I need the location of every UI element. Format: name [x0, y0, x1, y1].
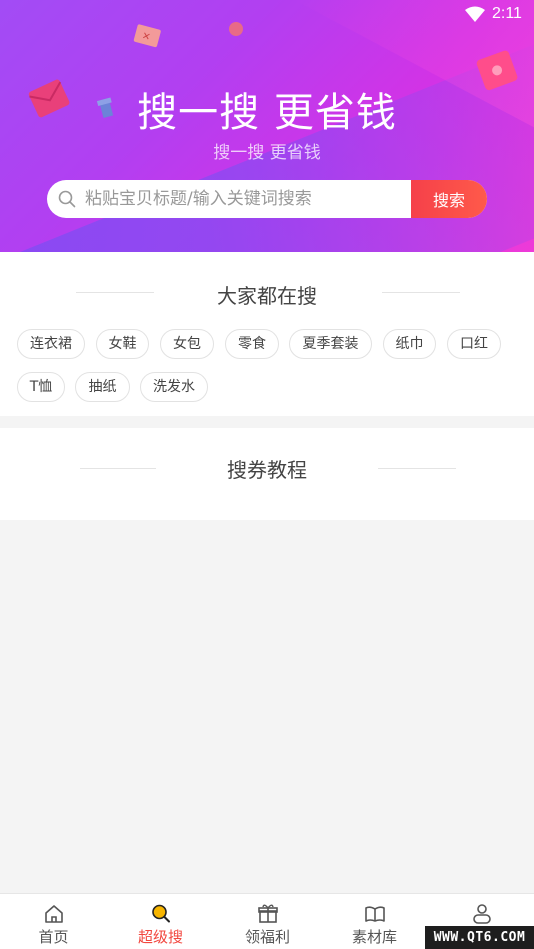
- user-icon: [473, 904, 491, 924]
- hot-tag[interactable]: 口红: [447, 329, 501, 359]
- hot-tag[interactable]: 抽纸: [75, 372, 130, 402]
- hot-tag[interactable]: 女鞋: [96, 329, 149, 359]
- title-divider-right: [378, 468, 456, 469]
- search-icon: [152, 904, 170, 923]
- gift-icon: [258, 904, 278, 923]
- hot-tag[interactable]: 女包: [160, 329, 214, 359]
- search-bar: 搜索: [47, 180, 487, 218]
- tutorial-section: 搜券教程: [0, 428, 534, 520]
- status-clock: 2:11: [492, 5, 522, 22]
- hot-tag[interactable]: 夏季套装: [289, 329, 372, 359]
- wifi-icon: [465, 6, 485, 22]
- hot-tag[interactable]: 连衣裙: [17, 329, 85, 359]
- header-banner: ✕ 2:11 搜一搜 更省钱 搜一搜 更省钱 搜索: [0, 0, 534, 252]
- hot-tag[interactable]: T恤: [17, 372, 65, 402]
- nav-item-home[interactable]: 首页: [0, 894, 107, 949]
- search-input[interactable]: [85, 180, 411, 218]
- nav-label: 素材库: [351, 928, 397, 946]
- hot-tag[interactable]: 零食: [225, 329, 279, 359]
- hot-tag[interactable]: 洗发水: [140, 372, 208, 402]
- nav-item-welfare[interactable]: 领福利: [214, 894, 321, 949]
- nav-label: 领福利: [244, 928, 290, 946]
- nav-item-materials[interactable]: 素材库: [321, 894, 428, 949]
- search-button[interactable]: 搜索: [411, 180, 487, 218]
- home-icon: [45, 905, 63, 923]
- page-subheadline: 搜一搜 更省钱: [213, 143, 321, 163]
- book-icon: [365, 906, 385, 922]
- hot-tag[interactable]: 纸巾: [383, 329, 436, 359]
- hot-search-section: 大家都在搜 连衣裙 女鞋 女包 零食 夏季套装 纸巾 口红 T恤 抽纸 洗发水: [0, 252, 534, 416]
- search-icon: [58, 190, 76, 208]
- status-bar: 2:11: [0, 0, 534, 30]
- nav-item-super-search[interactable]: 超级搜: [107, 894, 214, 949]
- nav-label: 超级搜: [137, 928, 183, 946]
- nav-label: 首页: [38, 928, 69, 946]
- site-watermark: WWW.QT6.COM: [425, 926, 534, 949]
- page-headline: 搜一搜 更省钱: [137, 90, 397, 136]
- hot-tag-list: 连衣裙 女鞋 女包 零食 夏季套装 纸巾 口红 T恤 抽纸 洗发水: [0, 252, 534, 416]
